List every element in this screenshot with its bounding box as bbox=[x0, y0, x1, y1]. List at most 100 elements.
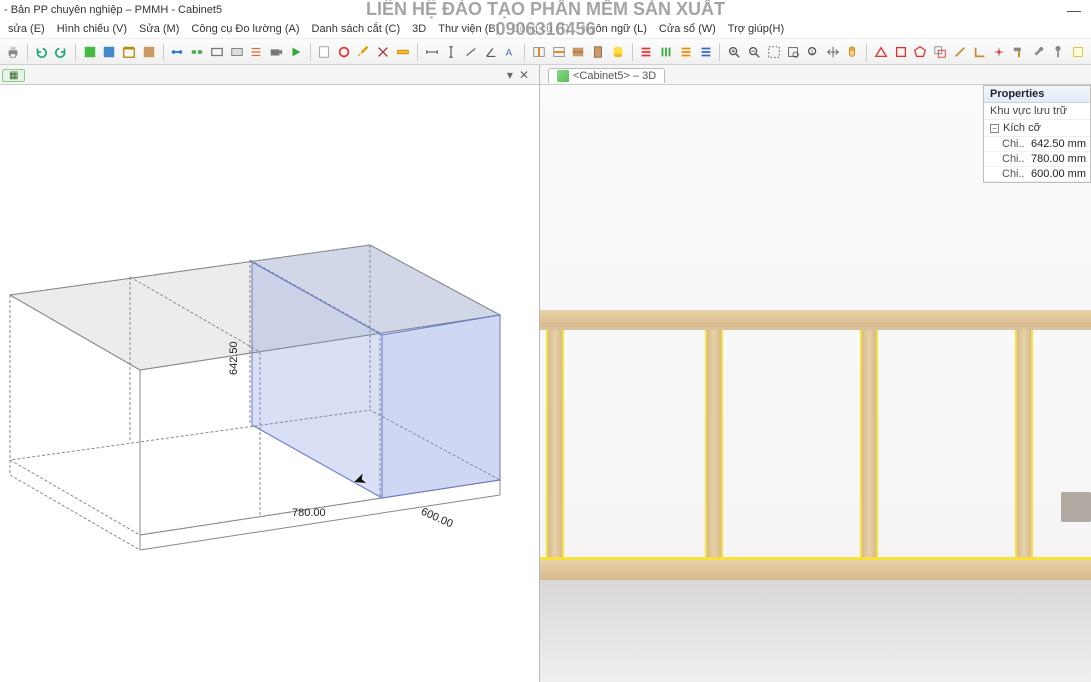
link-icon[interactable] bbox=[169, 42, 187, 62]
circle-icon[interactable] bbox=[335, 42, 353, 62]
ruler-icon[interactable] bbox=[394, 42, 412, 62]
divider-h-icon[interactable] bbox=[550, 42, 568, 62]
menu-cutlist[interactable]: Danh sách cắt (C) bbox=[306, 23, 407, 35]
link2-icon[interactable] bbox=[188, 42, 206, 62]
collapse-icon[interactable]: − bbox=[990, 124, 999, 133]
panel-box-icon[interactable] bbox=[120, 42, 138, 62]
tab-3d-label: <Cabinet5> – 3D bbox=[573, 70, 656, 82]
zoom-1-icon[interactable]: 1 bbox=[804, 42, 822, 62]
prop-key: Chi.. bbox=[1002, 153, 1028, 165]
rect-fill-icon[interactable] bbox=[228, 42, 246, 62]
toolbar-separator bbox=[524, 43, 525, 61]
panel-wood-icon[interactable] bbox=[140, 42, 158, 62]
menu-tools[interactable]: Công cụ Đo lường (A) bbox=[185, 23, 305, 35]
menu-bar: sửa (E) Hình chiếu (V) Sửa (M) Công cụ Đ… bbox=[0, 20, 1091, 39]
hstripe-blue-icon[interactable] bbox=[697, 42, 715, 62]
shape-penta-icon[interactable] bbox=[912, 42, 930, 62]
zoom-in-icon[interactable] bbox=[725, 42, 743, 62]
play-icon[interactable] bbox=[287, 42, 305, 62]
rect-icon[interactable] bbox=[208, 42, 226, 62]
menu-3d[interactable]: 3D bbox=[406, 23, 432, 35]
divider-v-icon[interactable] bbox=[530, 42, 548, 62]
hammer-icon[interactable] bbox=[1010, 42, 1028, 62]
zoom-fit-icon[interactable] bbox=[765, 42, 783, 62]
tab-3d[interactable]: <Cabinet5> – 3D bbox=[548, 68, 665, 83]
drawer-icon[interactable] bbox=[570, 42, 588, 62]
main-toolbar: A 1 bbox=[0, 39, 1091, 65]
hand-icon[interactable] bbox=[844, 42, 862, 62]
align-dim-icon[interactable] bbox=[462, 42, 480, 62]
edge-icon[interactable] bbox=[951, 42, 969, 62]
cylinder-icon[interactable] bbox=[609, 42, 627, 62]
note-icon[interactable] bbox=[1069, 42, 1087, 62]
text-icon[interactable]: A bbox=[502, 42, 520, 62]
menu-view[interactable]: Hình chiếu (V) bbox=[51, 23, 133, 35]
menu-tool[interactable]: Công cụ (T) bbox=[505, 23, 575, 35]
corner-icon[interactable] bbox=[971, 42, 989, 62]
copy-shape-icon[interactable] bbox=[931, 42, 949, 62]
print-icon[interactable] bbox=[4, 42, 22, 62]
window-minimize-icon[interactable]: — bbox=[1067, 2, 1081, 18]
prop-val: 780.00 mm bbox=[1028, 153, 1086, 165]
render-top-panel bbox=[540, 310, 1091, 330]
menu-fix[interactable]: Sửa (M) bbox=[133, 23, 185, 35]
pane-2d: ▦ ▾ ✕ bbox=[0, 65, 540, 682]
toolbar-separator bbox=[310, 43, 311, 61]
shape-square-icon[interactable] bbox=[892, 42, 910, 62]
menu-help[interactable]: Trợ giúp(H) bbox=[722, 23, 790, 35]
window-title: - Bản PP chuyên nghiệp – PMMH - Cabinet5 bbox=[4, 4, 222, 16]
toolbar-separator bbox=[417, 43, 418, 61]
angle-icon[interactable] bbox=[482, 42, 500, 62]
hstripe-red-icon[interactable] bbox=[638, 42, 656, 62]
prop-row[interactable]: Chi.. 780.00 mm bbox=[984, 152, 1090, 167]
page-icon[interactable] bbox=[315, 42, 333, 62]
title-bar: - Bản PP chuyên nghiệp – PMMH - Cabinet5… bbox=[0, 0, 1091, 20]
clip-icon[interactable] bbox=[990, 42, 1008, 62]
menu-window[interactable]: Cửa sổ (W) bbox=[653, 23, 722, 35]
render-corner bbox=[1061, 492, 1091, 522]
toolbar-separator bbox=[719, 43, 720, 61]
menu-edit[interactable]: sửa (E) bbox=[2, 23, 51, 35]
screw-icon[interactable] bbox=[1049, 42, 1067, 62]
prop-row[interactable]: Chi.. 600.00 mm bbox=[984, 167, 1090, 182]
undo-icon[interactable] bbox=[33, 42, 51, 62]
redo-icon[interactable] bbox=[52, 42, 70, 62]
shape-tri-icon[interactable] bbox=[872, 42, 890, 62]
hdim-icon[interactable] bbox=[423, 42, 441, 62]
camera-icon[interactable] bbox=[267, 42, 285, 62]
canvas-2d[interactable]: 642.50 780.00 600.00 ➤ bbox=[0, 85, 539, 682]
toolbar-separator bbox=[27, 43, 28, 61]
render-bottom-panel bbox=[540, 560, 1091, 580]
pane-3d: <Cabinet5> – 3D Properties Khu vực lưu t… bbox=[540, 65, 1091, 682]
pan-icon[interactable] bbox=[824, 42, 842, 62]
prop-val: 600.00 mm bbox=[1028, 168, 1086, 180]
prop-key: Chi.. bbox=[1002, 138, 1028, 150]
properties-group[interactable]: − Kích cỡ bbox=[984, 120, 1090, 137]
cut-icon[interactable] bbox=[375, 42, 393, 62]
workspace: ▦ ▾ ✕ bbox=[0, 65, 1091, 682]
pencil-icon[interactable] bbox=[355, 42, 373, 62]
zoom-out-icon[interactable] bbox=[745, 42, 763, 62]
prop-val: 642.50 mm bbox=[1028, 138, 1086, 150]
panel-green-icon[interactable] bbox=[81, 42, 99, 62]
render-floor bbox=[540, 580, 1091, 682]
left-tab-chip[interactable]: ▦ bbox=[0, 65, 25, 85]
render-divider-1 bbox=[546, 330, 564, 560]
wrench-icon[interactable] bbox=[1030, 42, 1048, 62]
list-icon[interactable] bbox=[247, 42, 265, 62]
properties-subtitle: Khu vực lưu trữ bbox=[984, 103, 1090, 120]
prop-row[interactable]: Chi.. 642.50 mm bbox=[984, 137, 1090, 152]
zoom-sel-icon[interactable] bbox=[784, 42, 802, 62]
door-icon[interactable] bbox=[589, 42, 607, 62]
dim-height: 642.50 bbox=[228, 341, 240, 375]
tab-dropdown-icon[interactable]: ▾ bbox=[505, 68, 515, 82]
vstripe-green-icon[interactable] bbox=[657, 42, 675, 62]
tab-close-icon[interactable]: ✕ bbox=[517, 68, 531, 82]
vdim-icon[interactable] bbox=[443, 42, 461, 62]
menu-library[interactable]: Thư viện (B) bbox=[432, 23, 505, 35]
menu-lang[interactable]: Ngôn ngữ (L) bbox=[575, 23, 652, 35]
cabinet-wireframe bbox=[0, 185, 520, 605]
left-tabstrip: ▦ ▾ ✕ bbox=[0, 65, 539, 85]
panel-blue-icon[interactable] bbox=[101, 42, 119, 62]
hstripe-orange-icon[interactable] bbox=[677, 42, 695, 62]
